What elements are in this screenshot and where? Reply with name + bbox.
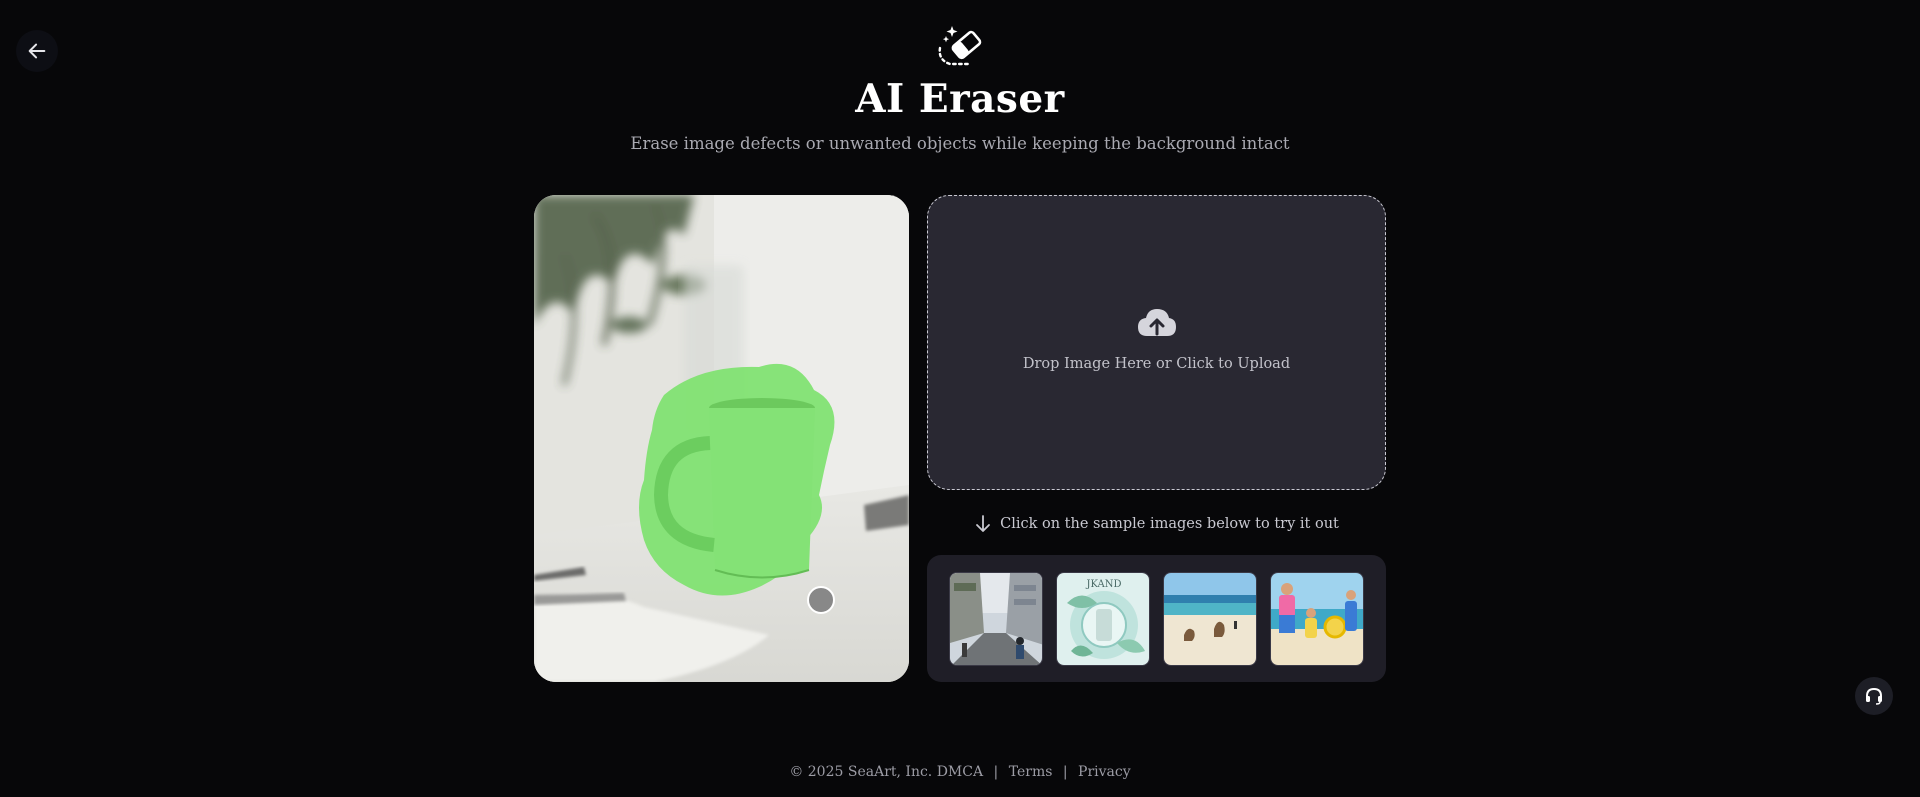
sample-skincare-label: JKAND: [1085, 579, 1121, 590]
support-button[interactable]: [1855, 677, 1893, 715]
footer: © 2025 SeaArt, Inc. DMCA | Terms | Priva…: [0, 764, 1920, 780]
footer-privacy-link[interactable]: Privacy: [1078, 764, 1131, 780]
sample-image-family-beach[interactable]: [1270, 571, 1364, 666]
sample-images-panel: JKAND: [927, 555, 1386, 682]
page-subtitle: Erase image defects or unwanted objects …: [630, 134, 1290, 153]
sample-image-street[interactable]: [949, 571, 1043, 666]
eraser-demo-image: [534, 195, 909, 682]
sample-hint: Click on the sample images below to try …: [927, 514, 1386, 534]
footer-terms-link[interactable]: Terms: [1009, 764, 1053, 780]
footer-dmca-link[interactable]: DMCA: [937, 764, 983, 780]
upload-dropzone[interactable]: Drop Image Here or Click to Upload: [927, 195, 1386, 490]
arrow-left-icon: [28, 43, 46, 59]
footer-separator: |: [993, 764, 999, 780]
back-button[interactable]: [16, 30, 58, 72]
sample-image-skincare[interactable]: JKAND: [1056, 571, 1150, 666]
arrow-down-icon: [976, 515, 991, 532]
sample-image-beach-kangaroos[interactable]: [1163, 571, 1257, 666]
page-title: AI Eraser: [855, 76, 1065, 122]
cloud-upload-icon: [1137, 308, 1176, 336]
footer-copyright: © 2025 SeaArt, Inc.: [789, 764, 933, 780]
headset-icon: [1866, 687, 1882, 705]
magic-eraser-icon: [938, 26, 982, 66]
upload-label: Drop Image Here or Click to Upload: [1022, 355, 1291, 372]
footer-separator: |: [1062, 764, 1068, 780]
sample-hint-text: Click on the sample images below to try …: [1000, 516, 1339, 532]
